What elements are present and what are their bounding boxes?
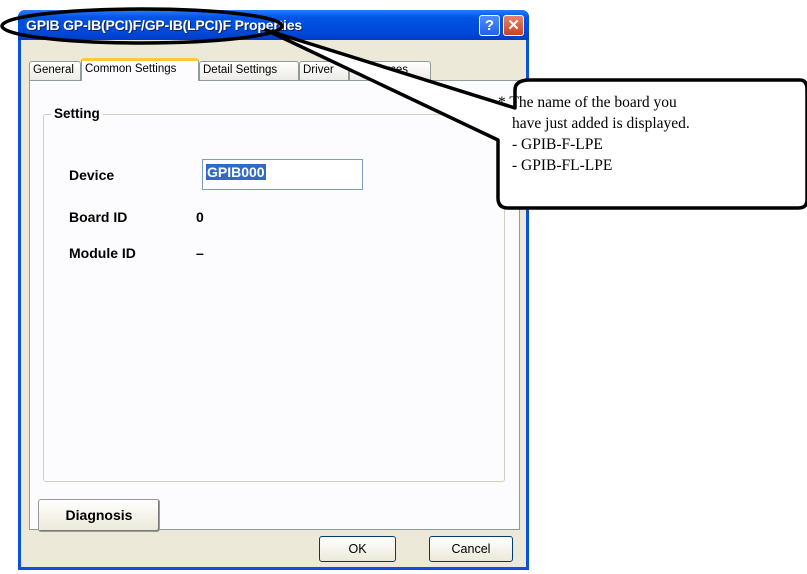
setting-groupbox: Setting Device GPIB000 Board ID 0 Module… — [43, 106, 505, 482]
tab-panel-common-settings: Setting Device GPIB000 Board ID 0 Module… — [29, 80, 520, 532]
help-button[interactable]: ? — [479, 15, 500, 36]
module-id-label: Module ID — [69, 245, 136, 261]
title-bar[interactable]: GPIB GP-IB(PCI)F/GP-IB(LPCI)F Properties… — [18, 10, 529, 40]
properties-window: GPIB GP-IB(PCI)F/GP-IB(LPCI)F Properties… — [18, 10, 529, 570]
tab-general[interactable]: General — [29, 61, 81, 80]
diagnosis-button[interactable]: Diagnosis — [38, 499, 160, 532]
device-field-value: GPIB000 — [206, 164, 266, 180]
tab-detail-settings[interactable]: Detail Settings — [199, 61, 299, 80]
callout-line-4: - GPIB-FL-LPE — [512, 157, 613, 174]
callout-text: * The name of the board you have just ad… — [498, 92, 690, 176]
help-icon: ? — [484, 17, 495, 34]
callout-line-3: - GPIB-F-LPE — [512, 136, 603, 153]
close-icon: ✕ — [507, 17, 520, 34]
setting-group-title: Setting — [51, 106, 103, 121]
tab-resources[interactable]: Resources — [349, 61, 431, 80]
close-button[interactable]: ✕ — [503, 15, 524, 36]
module-id-value: – — [196, 245, 204, 261]
board-id-label: Board ID — [69, 209, 128, 225]
callout-line-1: * The name of the board you — [498, 94, 677, 111]
cancel-button[interactable]: Cancel — [429, 536, 513, 562]
tab-driver[interactable]: Driver — [299, 61, 349, 80]
ok-button[interactable]: OK — [319, 536, 396, 562]
tab-common-settings[interactable]: Common Settings — [81, 58, 199, 81]
window-title: GPIB GP-IB(PCI)F/GP-IB(LPCI)F Properties — [26, 17, 302, 33]
device-field[interactable]: GPIB000 — [202, 159, 363, 190]
device-label: Device — [69, 167, 115, 183]
board-id-value: 0 — [196, 209, 204, 225]
callout-line-2: have just added is displayed. — [512, 115, 690, 132]
dialog-client-area: General Common Settings Detail Settings … — [21, 40, 526, 567]
